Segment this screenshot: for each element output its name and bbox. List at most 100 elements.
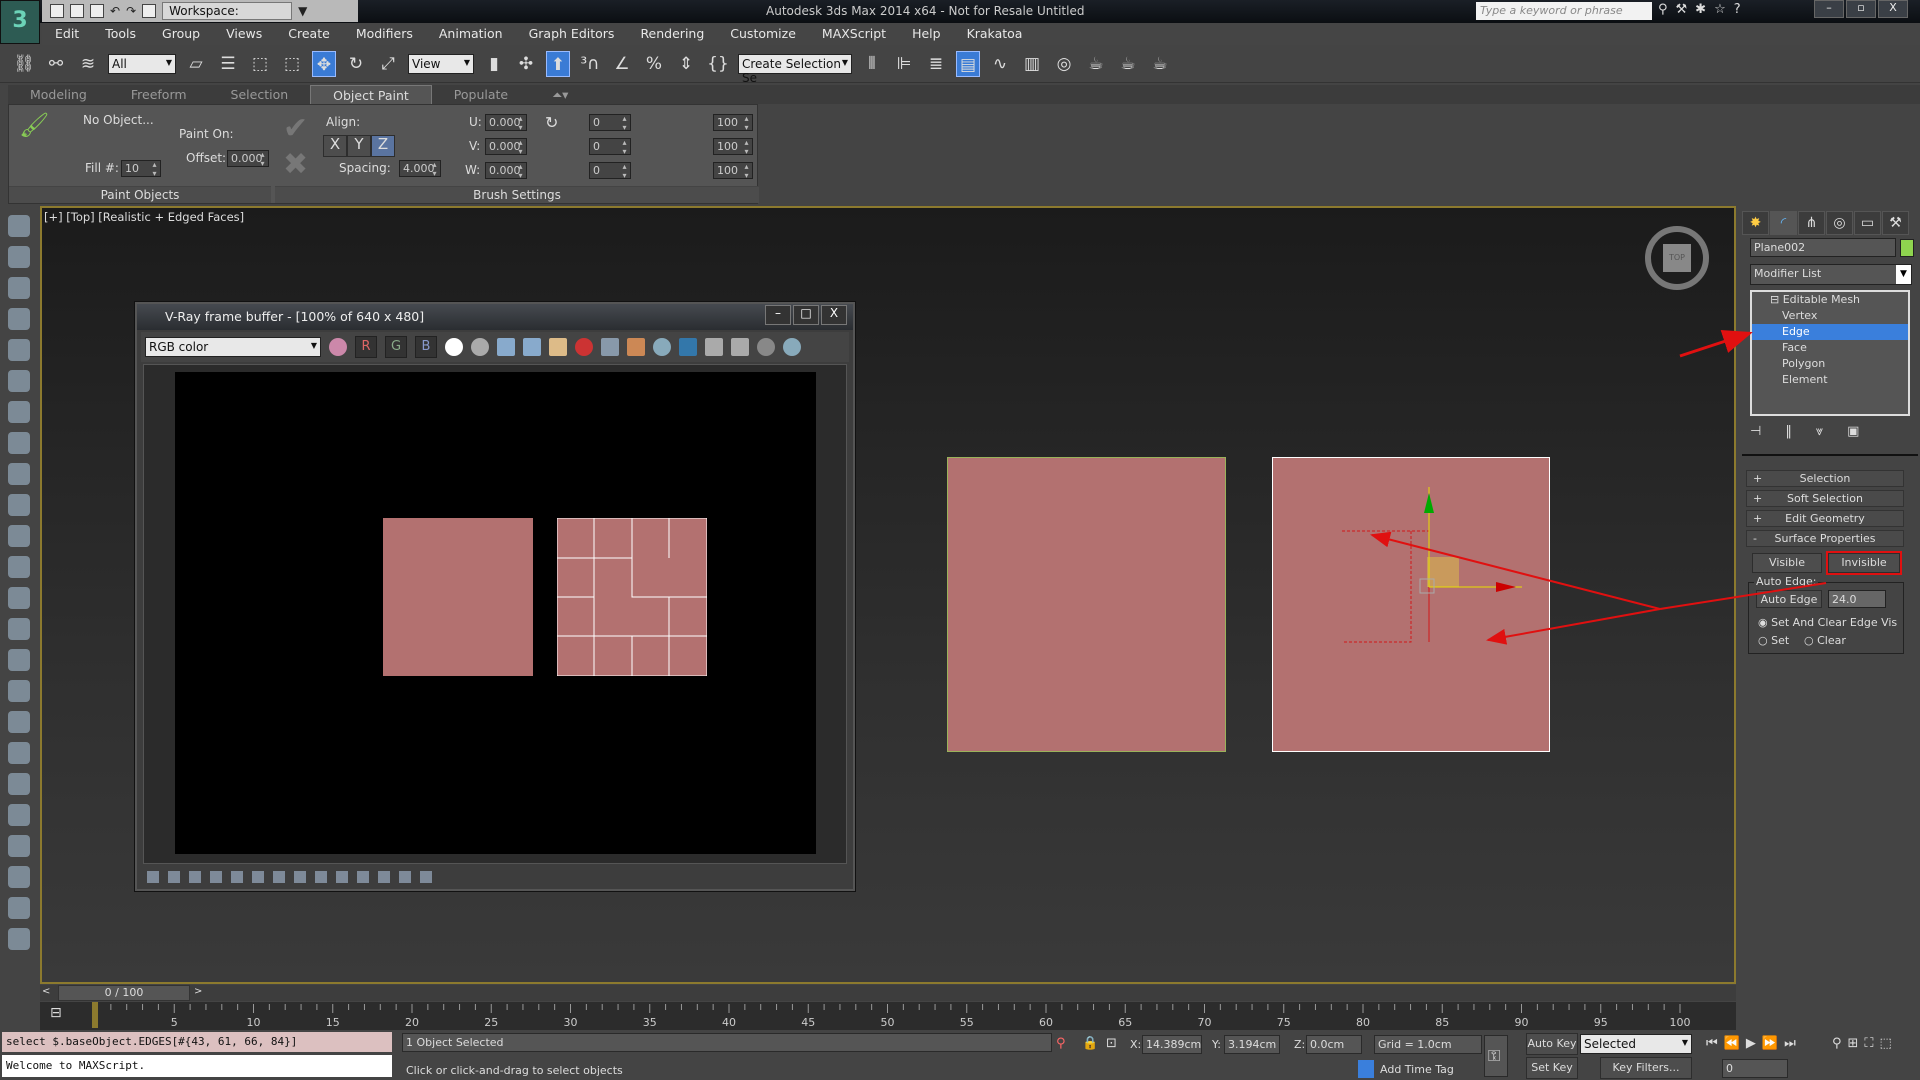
scene-explorer-icon[interactable]: ▤ xyxy=(956,50,980,77)
key-mode-icon[interactable]: ⚿ xyxy=(1484,1035,1508,1077)
auto-key-button[interactable]: Auto Key xyxy=(1526,1033,1578,1055)
material-editor-icon[interactable]: ◎ xyxy=(1052,51,1076,77)
tab-selection[interactable]: Selection xyxy=(209,85,311,104)
render-teapot-icon[interactable] xyxy=(783,338,801,356)
named-selection-dropdown[interactable]: Create Selection Se xyxy=(738,53,852,85)
tool-icon[interactable] xyxy=(8,215,30,237)
menu-maxscript[interactable]: MAXScript xyxy=(809,23,899,45)
save-all-icon[interactable] xyxy=(523,338,541,356)
tool-icon[interactable] xyxy=(8,432,30,454)
viewcube[interactable]: TOP xyxy=(1645,226,1709,290)
rotate-x-spinner[interactable]: 0 xyxy=(589,114,631,132)
tool-icon[interactable] xyxy=(8,587,30,609)
isolate-icon[interactable]: ⚲ xyxy=(1056,1036,1066,1051)
tool-icon[interactable] xyxy=(8,680,30,702)
menu-views[interactable]: Views xyxy=(213,23,275,45)
create-tab-icon[interactable]: ✸ xyxy=(1742,211,1769,235)
menu-tools[interactable]: Tools xyxy=(92,23,149,45)
maxscript-listener-input[interactable]: select $.baseObject.EDGES[#{43, 61, 66, … xyxy=(2,1032,392,1052)
vfb-tool-icon[interactable] xyxy=(378,871,390,883)
app-logo-button[interactable]: 3 xyxy=(0,0,40,44)
tool-icon[interactable] xyxy=(8,556,30,578)
plane-object[interactable] xyxy=(947,457,1226,752)
select-by-name-icon[interactable]: ☰ xyxy=(216,51,240,77)
y-coordinate-field[interactable]: 3.194cm xyxy=(1224,1035,1280,1054)
lock-selection-icon[interactable]: 🔒 xyxy=(1082,1036,1098,1051)
white-alpha-icon[interactable] xyxy=(445,338,463,356)
modifier-list-dropdown[interactable]: Modifier List xyxy=(1750,264,1912,285)
region-render-icon[interactable] xyxy=(653,338,671,356)
x-coordinate-field[interactable]: 14.389cm xyxy=(1142,1035,1202,1054)
mirror-icon[interactable]: ⫴ xyxy=(860,51,884,77)
stack-vertex[interactable]: Vertex xyxy=(1752,308,1908,324)
tool-icon[interactable] xyxy=(8,804,30,826)
snaps-toggle-icon[interactable]: ³∩ xyxy=(578,51,602,77)
qat-dropdown-icon[interactable]: ▼ xyxy=(298,4,307,18)
vfb-tool-icon[interactable] xyxy=(315,871,327,883)
motion-tab-icon[interactable]: ◎ xyxy=(1826,211,1853,235)
window-crossing-icon[interactable]: ⬚ xyxy=(280,51,304,77)
vfb-tool-icon[interactable] xyxy=(357,871,369,883)
ribbon-minimize-icon[interactable]: ⏶▾ xyxy=(530,85,590,104)
key-mode-dropdown[interactable]: Selected xyxy=(1580,1034,1692,1054)
ab-compare-2-icon[interactable] xyxy=(731,338,749,356)
vray-maximize-button[interactable]: □ xyxy=(793,305,819,325)
close-button[interactable]: X xyxy=(1878,0,1908,18)
gizmo-y-arrow[interactable] xyxy=(1424,493,1434,513)
time-tag-icon[interactable] xyxy=(1358,1060,1374,1078)
vfb-tool-icon[interactable] xyxy=(252,871,264,883)
rendered-frame-window-icon[interactable]: ☕ xyxy=(1116,51,1140,77)
vfb-tool-icon[interactable] xyxy=(147,871,159,883)
rollout-soft-selection[interactable]: + Soft Selection xyxy=(1746,490,1904,507)
radio-clear[interactable]: ○ Clear xyxy=(1804,634,1846,647)
key-filters-button[interactable]: Key Filters... xyxy=(1600,1057,1692,1079)
open-file-icon[interactable] xyxy=(70,4,84,18)
curve-editor-icon[interactable]: ∿ xyxy=(988,51,1012,77)
set-key-button[interactable]: Set Key xyxy=(1526,1057,1578,1079)
tool-icon[interactable] xyxy=(8,339,30,361)
visible-button[interactable]: Visible xyxy=(1752,553,1822,573)
paint-objects-footer[interactable]: Paint Objects xyxy=(9,186,271,203)
mini-curve-editor-icon[interactable]: ⊟ xyxy=(50,1005,62,1021)
save-image-icon[interactable] xyxy=(497,338,515,356)
tool-icon[interactable] xyxy=(8,370,30,392)
menu-edit[interactable]: Edit xyxy=(42,23,92,45)
viewport-label[interactable]: [+] [Top] [Realistic + Edged Faces] xyxy=(44,210,244,224)
tab-populate[interactable]: Populate xyxy=(432,85,530,104)
tab-object-paint[interactable]: Object Paint xyxy=(310,85,432,104)
tool-icon[interactable] xyxy=(8,246,30,268)
render-production-icon[interactable]: ☕ xyxy=(1148,51,1172,77)
w-spinner[interactable]: 0.000 xyxy=(485,162,527,180)
keyboard-shortcut-override-icon[interactable]: ⬆ xyxy=(546,50,570,77)
stack-editable-mesh[interactable]: ⊟ Editable Mesh xyxy=(1752,292,1908,308)
stack-polygon[interactable]: Polygon xyxy=(1752,356,1908,372)
percent-snap-icon[interactable]: % xyxy=(642,51,666,77)
layer-manager-icon[interactable]: ≣ xyxy=(924,51,948,77)
link-icon[interactable]: ⛓ xyxy=(12,51,36,77)
vfb-tool-icon[interactable] xyxy=(210,871,222,883)
align-x-button[interactable]: X xyxy=(323,135,347,157)
red-channel-button[interactable]: R xyxy=(355,336,377,358)
tool-icon[interactable] xyxy=(8,401,30,423)
viewport-nav-controls[interactable]: ⚲⊞⛶⬚ xyxy=(1832,1036,1898,1051)
save-icon[interactable] xyxy=(90,4,104,18)
green-channel-button[interactable]: G xyxy=(385,336,407,358)
gizmo-plane-handle[interactable] xyxy=(1427,557,1459,587)
rect-selection-icon[interactable]: ⬚ xyxy=(248,51,272,77)
chevron-down-icon[interactable]: ▼ xyxy=(1896,265,1911,284)
display-tab-icon[interactable]: ▭ xyxy=(1854,211,1881,235)
offset-spinner[interactable]: 0.000 xyxy=(227,150,269,168)
align-z-button[interactable]: Z xyxy=(371,135,395,157)
tool-icon[interactable] xyxy=(8,494,30,516)
no-object-dropdown[interactable]: No Object... xyxy=(83,113,154,127)
tool-icon[interactable] xyxy=(8,463,30,485)
tool-icon[interactable] xyxy=(8,525,30,547)
vfb-tool-icon[interactable] xyxy=(231,871,243,883)
undo-icon[interactable]: ↶ xyxy=(110,4,120,18)
blue-channel-button[interactable]: B xyxy=(415,336,437,358)
object-color-swatch[interactable] xyxy=(1900,239,1914,257)
fill-spinner[interactable]: 10 xyxy=(121,160,161,178)
absolute-mode-icon[interactable]: ⊡ xyxy=(1106,1036,1117,1051)
tool-icon[interactable] xyxy=(8,277,30,299)
rollout-edit-geometry[interactable]: + Edit Geometry xyxy=(1746,510,1904,527)
